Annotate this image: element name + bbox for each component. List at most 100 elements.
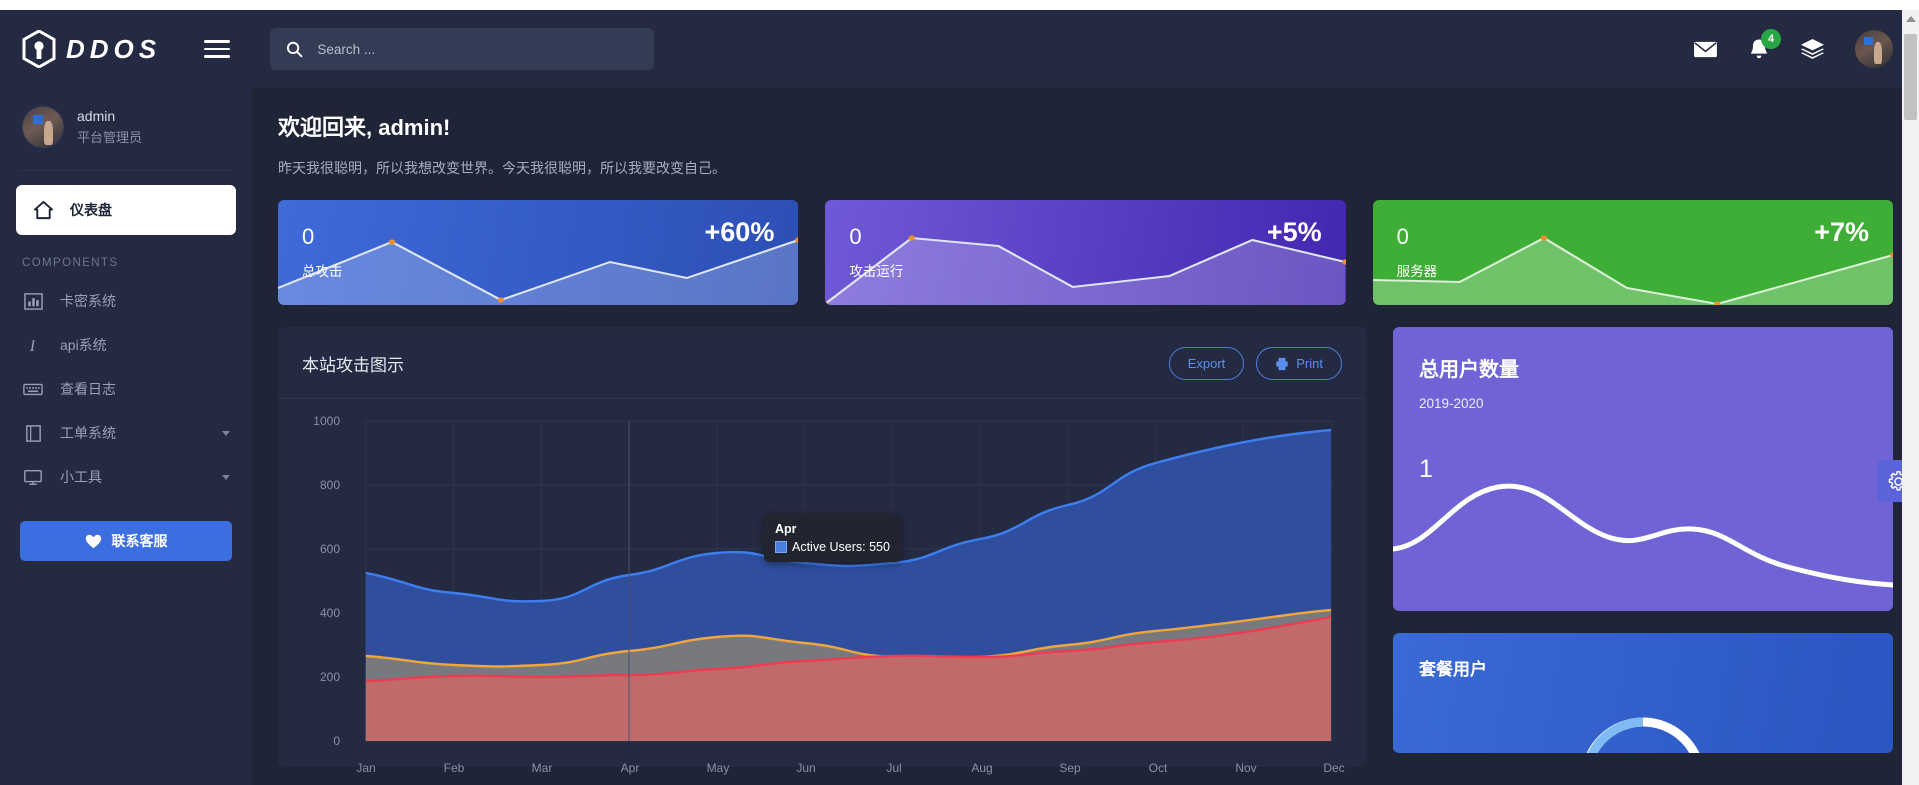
vertical-scrollbar[interactable]: [1902, 10, 1919, 785]
chart-header: 本站攻击图示 Export Print: [278, 327, 1366, 399]
users-wave-chart: [1393, 471, 1893, 611]
sidebar-item-label: 卡密系统: [60, 291, 116, 311]
chart-title: 本站攻击图示: [302, 351, 404, 376]
printer-icon: [1275, 357, 1289, 371]
keyboard-icon: [22, 378, 44, 400]
stat-card-total-attacks[interactable]: 0 总攻击 +60%: [278, 200, 798, 305]
topbar-icons: 4: [1693, 30, 1893, 68]
print-button[interactable]: Print: [1256, 347, 1342, 380]
svg-text:Jan: Jan: [356, 761, 375, 775]
brand-name: DDOS: [66, 34, 161, 65]
right-column: 总用户数量 2019-2020 1 套餐用户: [1393, 327, 1893, 753]
contact-support-button[interactable]: 联系客服: [20, 521, 232, 561]
topbar: 4: [252, 10, 1919, 88]
stat-card-servers[interactable]: 0 服务器 +7%: [1373, 200, 1893, 305]
svg-text:Feb: Feb: [444, 761, 465, 775]
sidebar-item-label: 仪表盘: [70, 200, 112, 220]
layers-icon[interactable]: [1800, 38, 1825, 60]
svg-text:Aug: Aug: [971, 761, 992, 775]
svg-text:800: 800: [320, 478, 340, 492]
sidebar-item-label: api系统: [60, 335, 107, 355]
hexagon-shield-logo: [22, 30, 56, 68]
monitor-icon: [22, 466, 44, 488]
stacked-area-chart: [296, 411, 1348, 766]
print-label: Print: [1296, 356, 1323, 371]
sidebar-item-view-logs[interactable]: 查看日志: [0, 367, 252, 411]
welcome-title-cn: 欢迎回来: [278, 115, 366, 140]
svg-text:May: May: [707, 761, 730, 775]
sparkline-chart: [278, 200, 798, 305]
svg-text:Mar: Mar: [532, 761, 553, 775]
sidebar-item-api-system[interactable]: I api系统: [0, 323, 252, 367]
stat-percent: +7%: [1814, 217, 1869, 248]
sidebar-item-card-system[interactable]: 卡密系统: [0, 279, 252, 323]
sidebar-item-dashboard[interactable]: 仪表盘: [16, 185, 236, 235]
stat-percent: +5%: [1267, 217, 1322, 248]
hamburger-icon[interactable]: [204, 35, 230, 63]
app-root: DDOS admin 平台管理员 仪表盘 COMPONENTS: [0, 10, 1919, 785]
svg-text:Oct: Oct: [1149, 761, 1168, 775]
sparkline-chart: [1373, 200, 1893, 305]
envelope-icon[interactable]: [1693, 40, 1718, 59]
stat-label: 攻击运行: [849, 260, 903, 280]
sidebar-section-label: COMPONENTS: [0, 235, 252, 279]
total-users-card: 总用户数量 2019-2020 1: [1393, 327, 1893, 611]
svg-text:1000: 1000: [313, 414, 340, 428]
tooltip-swatch: [775, 541, 787, 553]
stat-label: 服务器: [1397, 260, 1438, 280]
chart-actions: Export Print: [1169, 347, 1342, 380]
brand-header[interactable]: DDOS: [0, 10, 252, 88]
welcome-subtitle: 昨天我很聪明，所以我想改变世界。今天我很聪明，所以我要改变自己。: [278, 158, 1893, 178]
svg-text:Dec: Dec: [1323, 761, 1344, 775]
chart-plot-area[interactable]: 1000 800 600 400 200 0 Jan Feb Mar: [278, 399, 1366, 767]
x-axis: Jan Feb Mar Apr May Jun Jul Aug Sep Oct …: [296, 757, 1351, 781]
package-users-title: 套餐用户: [1419, 655, 1867, 680]
sidebar-user-profile[interactable]: admin 平台管理员: [0, 88, 252, 166]
bell-icon[interactable]: 4: [1748, 38, 1770, 61]
y-axis: 1000 800 600 400 200 0: [278, 411, 348, 751]
svg-text:Jul: Jul: [886, 761, 901, 775]
sidebar-item-ticket-system[interactable]: 工单系统: [0, 411, 252, 455]
scroll-up-arrow[interactable]: [1906, 16, 1916, 22]
svg-text:400: 400: [320, 606, 340, 620]
heart-icon: [85, 534, 102, 549]
chevron-down-icon[interactable]: [222, 431, 230, 436]
contact-support-label: 联系客服: [112, 531, 168, 551]
sidebar-divider: [20, 170, 232, 171]
donut-chart: [1568, 705, 1718, 753]
lower-row: 本站攻击图示 Export Print: [278, 327, 1893, 767]
chart-tooltip: Apr Active Users: 550: [764, 514, 901, 562]
search-input[interactable]: [317, 42, 638, 57]
stat-cards-row: 0 总攻击 +60% 0 攻击运行 +5%: [278, 200, 1893, 305]
avatar[interactable]: [1855, 30, 1893, 68]
svg-text:Apr: Apr: [621, 761, 640, 775]
total-users-title: 总用户数量: [1419, 353, 1867, 382]
sidebar-item-label: 小工具: [60, 467, 102, 487]
welcome-title-user: , admin!: [366, 115, 450, 140]
chevron-down-icon[interactable]: [222, 475, 230, 480]
svg-text:600: 600: [320, 542, 340, 556]
svg-text:Jun: Jun: [796, 761, 815, 775]
scrollbar-thumb[interactable]: [1904, 34, 1917, 120]
sparkline-chart: [825, 200, 1345, 305]
notification-badge: 4: [1761, 29, 1781, 49]
sidebar: DDOS admin 平台管理员 仪表盘 COMPONENTS: [0, 10, 252, 785]
total-users-range: 2019-2020: [1419, 396, 1867, 411]
stat-percent: +60%: [705, 217, 775, 248]
main-area: 4 欢迎回来, admin! 昨天我很聪明，所以我想改变世界。今天我很聪明，所以…: [252, 10, 1919, 785]
user-avatar: [22, 106, 64, 148]
page-title: 欢迎回来, admin!: [278, 110, 1893, 142]
export-button[interactable]: Export: [1169, 347, 1245, 380]
bar-chart-icon: [22, 290, 44, 312]
sidebar-item-tools[interactable]: 小工具: [0, 455, 252, 499]
svg-text:Sep: Sep: [1059, 761, 1081, 775]
attack-chart-card: 本站攻击图示 Export Print: [278, 327, 1366, 767]
export-label: Export: [1188, 356, 1226, 371]
stat-value: 0: [302, 224, 314, 250]
search-box[interactable]: [270, 28, 654, 70]
stat-label: 总攻击: [302, 260, 343, 280]
stat-card-attacks-running[interactable]: 0 攻击运行 +5%: [825, 200, 1345, 305]
stat-value: 0: [849, 224, 861, 250]
dashboard-content: 欢迎回来, admin! 昨天我很聪明，所以我想改变世界。今天我很聪明，所以我要…: [252, 88, 1919, 767]
sidebar-item-label: 查看日志: [60, 379, 116, 399]
